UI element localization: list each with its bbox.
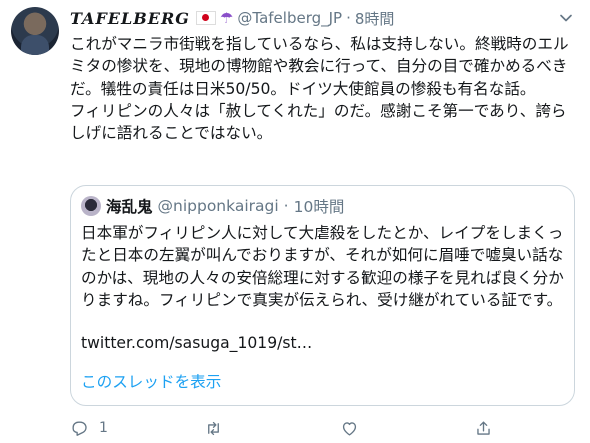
like-button[interactable]: [340, 419, 369, 438]
show-thread-link[interactable]: このスレッドを表示: [81, 370, 221, 392]
action-bar: 1: [70, 417, 510, 439]
handle[interactable]: @Tafelberg_JP: [237, 9, 342, 27]
retweet-icon: [208, 421, 219, 435]
reply-button[interactable]: 1: [70, 419, 108, 438]
retweet-button[interactable]: [204, 419, 233, 438]
avatar[interactable]: [11, 7, 59, 55]
tweet-header: TAFELBERG ☂ @Tafelberg_JP · 8時間: [70, 7, 394, 29]
tweet-text: これがマニラ市街戦を指しているなら、私は支持しない。終戦時のエルミタの惨状を、現…: [70, 35, 569, 143]
display-name[interactable]: TAFELBERG: [70, 9, 190, 28]
quote-header: 海乱鬼 @nipponkairagi · 10時間: [81, 195, 344, 217]
reply-icon: [72, 420, 87, 436]
reply-count: 1: [99, 420, 108, 436]
timestamp[interactable]: 8時間: [355, 8, 395, 29]
quote-text: 日本軍がフィリピン人に対して大虐殺をしたとか、レイプをしまくったと日本の左翼が叫…: [81, 224, 564, 309]
quote-avatar: [81, 196, 101, 216]
japan-flag-icon: [195, 11, 216, 25]
share-icon: [477, 420, 490, 435]
like-icon: [342, 421, 357, 436]
more-chevron-icon[interactable]: [556, 8, 576, 28]
quote-separator: ·: [283, 197, 289, 215]
umbrella-icon: ☂: [219, 9, 234, 27]
quote-timestamp: 10時間: [293, 198, 345, 216]
tweet-card[interactable]: TAFELBERG ☂ @Tafelberg_JP · 8時間 これがマニラ市街…: [0, 0, 590, 443]
quote-link[interactable]: twitter.com/sasuga_1019/st…: [81, 334, 312, 352]
separator: ·: [346, 9, 351, 27]
share-button[interactable]: [474, 419, 493, 438]
quote-handle: @nipponkairagi: [157, 197, 279, 215]
quote-display-name: 海乱鬼: [106, 198, 153, 216]
quoted-tweet[interactable]: 海乱鬼 @nipponkairagi · 10時間 日本軍がフィリピン人に対して…: [70, 185, 575, 406]
